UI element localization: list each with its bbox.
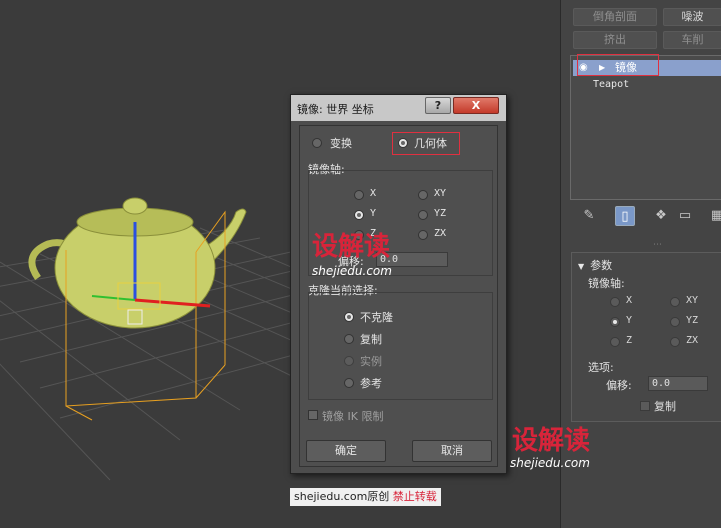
transform-label: 变换 <box>330 137 352 150</box>
geometry-label: 几何体 <box>414 137 447 150</box>
radio-axis-y[interactable] <box>610 317 620 327</box>
trash-icon[interactable]: ▭ <box>675 206 695 226</box>
modifier-stack[interactable]: ◉ ▶ 镜像 Teapot <box>570 54 721 200</box>
radio-instance[interactable] <box>344 356 354 366</box>
watermark-url: shejiedu.com <box>510 456 590 470</box>
radio-axis-zx[interactable] <box>670 337 680 347</box>
mirror-ik-label: 镜像 IK 限制 <box>322 410 384 423</box>
radio-reference[interactable] <box>344 378 354 388</box>
radio-copy[interactable] <box>344 334 354 344</box>
axis-x-label: X <box>370 188 377 199</box>
offset-spinner[interactable]: 0.0 <box>648 376 708 391</box>
clone-selection-group <box>308 292 493 400</box>
extrude-button[interactable]: 挤出 <box>573 31 657 49</box>
axis-z-label: Z <box>626 335 633 346</box>
radio-axis-xy[interactable] <box>670 297 680 307</box>
reference-label: 参考 <box>360 377 382 390</box>
axis-xy-label: XY <box>686 295 699 306</box>
watermark-logo-gray: 解读 <box>538 426 591 456</box>
radio-geometry[interactable] <box>398 138 408 148</box>
radio-axis-yz[interactable] <box>418 210 428 220</box>
noise-button[interactable]: 噪波 <box>663 8 721 26</box>
axis-xy-label: XY <box>434 188 447 199</box>
axis-zx-label: ZX <box>686 335 699 346</box>
watermark-url: shejiedu.com <box>312 264 392 278</box>
cancel-button[interactable]: 取消 <box>412 440 492 462</box>
dialog-titlebar[interactable]: 镜像: 世界 坐标 ? X <box>291 95 506 121</box>
dialog-title: 镜像: 世界 坐标 <box>297 103 374 116</box>
axis-zx-label: ZX <box>434 228 447 239</box>
rollout-title-label: 参数 <box>590 259 613 272</box>
watermark-logo: 设解读 <box>512 420 590 457</box>
watermark-logo: 设解读 <box>312 226 390 263</box>
copy-checkbox[interactable] <box>640 401 650 411</box>
axis-x-label: X <box>626 295 633 306</box>
collapse-arrow-icon: ▼ <box>578 262 585 271</box>
radio-axis-yz[interactable] <box>670 317 680 327</box>
mirror-dialog: 镜像: 世界 坐标 ? X 变换 几何体 镜像轴: X XY Y YZ Z ZX… <box>290 94 507 474</box>
watermark-logo-red: 设 <box>312 232 339 262</box>
highlight-box <box>577 54 659 76</box>
axis-y-label: Y <box>626 315 633 326</box>
watermark-logo-red: 设 <box>512 426 539 456</box>
copy-label: 复制 <box>360 333 382 346</box>
divider: ⋯ <box>653 240 663 250</box>
radio-axis-x[interactable] <box>610 297 620 307</box>
lathe-button[interactable]: 车削 <box>663 31 721 49</box>
configure-icon[interactable]: ▦ <box>707 206 721 226</box>
credit-banner: shejiedu.com原创 禁止转载 <box>290 488 441 506</box>
radio-axis-xy[interactable] <box>418 190 428 200</box>
parameters-rollout: ▼ 参数 镜像轴: X XY Y YZ Z ZX 选项: 偏移: 0.0 复制 <box>571 252 721 422</box>
stack-item-teapot[interactable]: Teapot <box>593 79 629 90</box>
bevel-profile-button[interactable]: 倒角剖面 <box>573 8 657 26</box>
mirror-ik-checkbox[interactable] <box>308 410 318 420</box>
options-label: 选项: <box>588 361 614 374</box>
radio-transform[interactable] <box>312 138 322 148</box>
credit-site: shejiedu.com原创 <box>294 490 390 503</box>
radio-axis-y[interactable] <box>354 210 364 220</box>
pin-stack-icon[interactable]: ✎ <box>579 206 599 226</box>
radio-no-clone[interactable] <box>344 312 354 322</box>
radio-axis-x[interactable] <box>354 190 364 200</box>
close-button[interactable]: X <box>453 97 499 114</box>
no-clone-label: 不克隆 <box>360 311 393 324</box>
instance-label: 实例 <box>360 355 382 368</box>
axis-y-label: Y <box>370 208 377 219</box>
dialog-body: 变换 几何体 镜像轴: X XY Y YZ Z ZX 偏移: 0.0 克隆当前选… <box>299 125 498 467</box>
rollout-title[interactable]: ▼ 参数 <box>578 257 612 273</box>
ok-button[interactable]: 确定 <box>306 440 386 462</box>
make-unique-icon[interactable]: ❖ <box>651 206 671 226</box>
axis-yz-label: YZ <box>434 208 447 219</box>
offset-label: 偏移: <box>606 379 632 392</box>
axis-yz-label: YZ <box>686 315 699 326</box>
radio-axis-z[interactable] <box>610 337 620 347</box>
mirror-axis-label: 镜像轴: <box>588 277 625 290</box>
copy-label: 复制 <box>654 400 676 413</box>
stack-toolbar: ✎ ▯ ❖ ▭ ▦ <box>571 206 721 228</box>
credit-notice: 禁止转载 <box>392 490 437 503</box>
radio-axis-zx[interactable] <box>418 230 428 240</box>
watermark-logo-gray: 解读 <box>338 232 391 262</box>
help-button[interactable]: ? <box>425 97 451 114</box>
show-end-result-icon[interactable]: ▯ <box>615 206 635 226</box>
